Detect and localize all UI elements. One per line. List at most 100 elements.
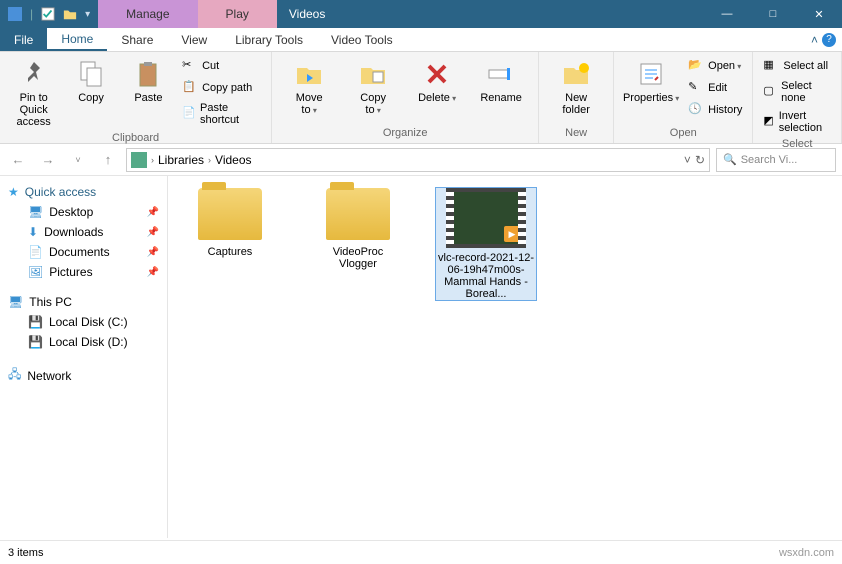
chevron-right-icon[interactable]: › [206, 155, 213, 165]
desktop-icon: 🖥 [28, 205, 43, 219]
select-none-icon: ▢ [763, 84, 777, 100]
paste-shortcut-icon: 📄 [182, 106, 196, 122]
copy-path-icon: 📋 [182, 80, 198, 96]
close-button[interactable]: ✕ [796, 0, 842, 28]
folder-videoproc[interactable]: VideoProc Vlogger [308, 188, 408, 270]
context-tab-manage[interactable]: Manage [98, 0, 197, 28]
search-input[interactable]: 🔍 Search Vi... [716, 148, 836, 172]
new-folder-button[interactable]: New folder [545, 56, 607, 118]
disk-icon: 💾 [28, 335, 43, 349]
group-open: Open [620, 125, 746, 141]
back-button[interactable]: ← [6, 148, 30, 172]
ribbon-collapse-icon[interactable]: ˄ [811, 33, 818, 47]
context-tab-play[interactable]: Play [198, 0, 277, 28]
paste-button[interactable]: Paste [121, 56, 176, 106]
folder-icon [198, 188, 262, 240]
tab-view[interactable]: View [167, 28, 221, 51]
copy-icon [75, 58, 107, 90]
navigation-pane: ★Quick access 🖥Desktop📌 ⬇Downloads📌 📄Doc… [0, 176, 168, 538]
forward-button[interactable]: → [36, 148, 60, 172]
up-button[interactable]: ↑ [96, 148, 120, 172]
open-icon: 📂 [688, 58, 704, 74]
pin-icon: 📌 [147, 227, 159, 238]
window-title: Videos [277, 7, 704, 21]
file-list[interactable]: Captures VideoProc Vlogger ▶ vlc-record-… [168, 176, 842, 538]
help-icon[interactable]: ? [822, 33, 836, 47]
folder-icon[interactable] [63, 7, 77, 21]
invert-selection-button[interactable]: ◩Invert selection [759, 108, 835, 136]
checkbox-icon[interactable] [41, 7, 55, 21]
folder-icon [326, 188, 390, 240]
pictures-icon: 🖼 [28, 265, 43, 279]
group-new: New [545, 125, 607, 141]
downloads-icon: ⬇ [28, 225, 38, 239]
documents-icon: 📄 [28, 245, 43, 259]
tab-file[interactable]: File [0, 28, 47, 51]
history-button[interactable]: 🕓History [684, 100, 746, 120]
paste-icon [132, 58, 164, 90]
select-all-button[interactable]: ▦Select all [759, 56, 835, 76]
nav-this-pc[interactable]: 🖥This PC [0, 292, 167, 312]
nav-documents[interactable]: 📄Documents📌 [0, 242, 167, 262]
cut-button[interactable]: ✂Cut [178, 56, 265, 76]
recent-button[interactable]: ˅ [66, 148, 90, 172]
tab-share[interactable]: Share [107, 28, 167, 51]
pin-icon [18, 58, 50, 90]
refresh-icon[interactable]: ↻ [695, 153, 705, 167]
select-none-button[interactable]: ▢Select none [759, 78, 835, 106]
delete-button[interactable]: Delete [406, 56, 468, 107]
rename-button[interactable]: Rename [470, 56, 532, 106]
app-icon [8, 7, 22, 21]
move-icon [293, 58, 325, 90]
maximize-button[interactable]: □ [750, 0, 796, 28]
history-icon: 🕓 [688, 102, 704, 118]
chevron-right-icon[interactable]: › [149, 155, 156, 165]
status-count: 3 items [8, 547, 43, 559]
rename-icon [485, 58, 517, 90]
minimize-button[interactable]: — [704, 0, 750, 28]
tab-library-tools[interactable]: Library Tools [221, 28, 317, 51]
quick-access-header[interactable]: ★Quick access [0, 182, 167, 202]
open-button[interactable]: 📂Open [684, 56, 746, 76]
dropdown-icon[interactable]: ˅ [684, 153, 691, 167]
pin-icon: 📌 [147, 267, 159, 278]
move-to-button[interactable]: Move to [278, 56, 340, 119]
new-folder-icon [560, 58, 592, 90]
copy-to-button[interactable]: Copy to [342, 56, 404, 119]
nav-desktop[interactable]: 🖥Desktop📌 [0, 202, 167, 222]
group-clipboard: Clipboard [6, 130, 265, 146]
video-thumbnail-icon: ▶ [446, 188, 526, 248]
video-file[interactable]: ▶ vlc-record-2021-12-06-19h47m00s-Mammal… [436, 188, 536, 300]
pin-icon: 📌 [147, 247, 159, 258]
scissors-icon: ✂ [182, 58, 198, 74]
qat-overflow-icon[interactable]: ▾ [85, 9, 90, 20]
tab-video-tools[interactable]: Video Tools [317, 28, 407, 51]
select-all-icon: ▦ [763, 58, 779, 74]
properties-button[interactable]: Properties [620, 56, 682, 107]
disk-icon: 💾 [28, 315, 43, 329]
crumb-libraries[interactable]: Libraries [158, 153, 204, 167]
nav-network[interactable]: 🖧Network [0, 362, 167, 389]
nav-disk-d[interactable]: 💾Local Disk (D:) [0, 332, 167, 352]
pc-icon: 🖥 [8, 295, 23, 309]
delete-icon [421, 58, 453, 90]
pin-quick-access-button[interactable]: Pin to Quick access [6, 56, 61, 130]
group-organize: Organize [278, 125, 532, 141]
nav-disk-c[interactable]: 💾Local Disk (C:) [0, 312, 167, 332]
crumb-videos[interactable]: Videos [215, 153, 251, 167]
qat-sep: | [30, 7, 33, 21]
paste-shortcut-button[interactable]: 📄Paste shortcut [178, 100, 265, 128]
nav-pictures[interactable]: 🖼Pictures📌 [0, 262, 167, 282]
copy-to-icon [357, 58, 389, 90]
address-bar[interactable]: › Libraries › Videos ˅ ↻ [126, 148, 710, 172]
folder-captures[interactable]: Captures [180, 188, 280, 258]
star-icon: ★ [8, 185, 19, 199]
location-icon [131, 152, 147, 168]
copy-path-button[interactable]: 📋Copy path [178, 78, 265, 98]
nav-downloads[interactable]: ⬇Downloads📌 [0, 222, 167, 242]
edit-button[interactable]: ✎Edit [684, 78, 746, 98]
tab-home[interactable]: Home [47, 28, 107, 51]
watermark: wsxdn.com [779, 547, 834, 559]
properties-icon [635, 58, 667, 90]
copy-button[interactable]: Copy [63, 56, 118, 106]
